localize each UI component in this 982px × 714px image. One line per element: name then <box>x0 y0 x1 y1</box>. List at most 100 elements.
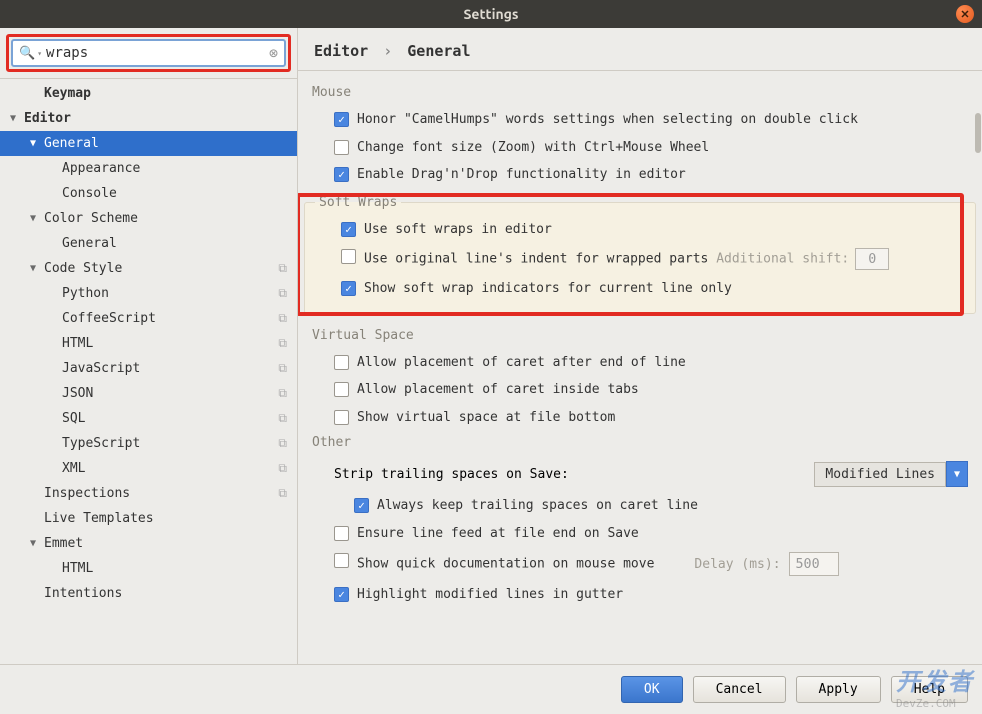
strip-trailing-row: Strip trailing spaces on Save: Modified L… <box>298 456 982 492</box>
checkbox-row: Change font size (Zoom) with Ctrl+Mouse … <box>298 134 982 162</box>
checkbox-row: Use soft wraps in editor <box>305 216 975 244</box>
scheme-icon: ⧉ <box>278 336 287 351</box>
close-icon[interactable]: ✕ <box>956 5 974 23</box>
checkbox-row: Show quick documentation on mouse moveDe… <box>298 547 982 581</box>
tree-item-label: Console <box>62 186 297 201</box>
section-virtual-space: Virtual Space <box>298 324 982 349</box>
tree-item-label: Code Style <box>44 261 278 276</box>
tree-item-label: XML <box>62 461 278 476</box>
tree-item-editor[interactable]: ▼Editor <box>0 106 297 131</box>
scheme-icon: ⧉ <box>278 261 287 276</box>
checkbox[interactable] <box>334 526 349 541</box>
tree-item-xml[interactable]: XML⧉ <box>0 456 297 481</box>
tree-item-label: Color Scheme <box>44 211 297 226</box>
tree-item-intentions[interactable]: Intentions <box>0 581 297 606</box>
tree-item-label: Keymap <box>44 86 297 101</box>
chevron-icon: ▼ <box>30 263 44 274</box>
search-input[interactable] <box>46 45 269 61</box>
checkbox-row: Allow placement of caret after end of li… <box>298 349 982 377</box>
checkbox[interactable] <box>334 410 349 425</box>
checkbox-row: Enable Drag'n'Drop functionality in edit… <box>298 161 982 189</box>
tree-item-typescript[interactable]: TypeScript⧉ <box>0 431 297 456</box>
tree-item-label: Inspections <box>44 486 278 501</box>
tree-item-coffeescript[interactable]: CoffeeScript⧉ <box>0 306 297 331</box>
tree-item-javascript[interactable]: JavaScript⧉ <box>0 356 297 381</box>
tree-item-label: Intentions <box>44 586 297 601</box>
checkbox-label: Allow placement of caret inside tabs <box>357 381 639 399</box>
checkbox[interactable] <box>334 355 349 370</box>
settings-panel: MouseHonor "CamelHumps" words settings w… <box>298 71 982 664</box>
cancel-button[interactable]: Cancel <box>693 676 786 703</box>
checkbox-row: Honor "CamelHumps" words settings when s… <box>298 106 982 134</box>
delay-input[interactable] <box>789 552 839 576</box>
checkbox[interactable] <box>334 553 349 568</box>
settings-tree[interactable]: Keymap▼Editor▼GeneralAppearanceConsole▼C… <box>0 79 297 664</box>
checkbox[interactable] <box>334 167 349 182</box>
tree-item-label: Appearance <box>62 161 297 176</box>
help-button[interactable]: Help <box>891 676 968 703</box>
scheme-icon: ⧉ <box>278 361 287 376</box>
tree-item-keymap[interactable]: Keymap <box>0 81 297 106</box>
tree-item-appearance[interactable]: Appearance <box>0 156 297 181</box>
checkbox-label: Always keep trailing spaces on caret lin… <box>377 497 698 515</box>
search-field[interactable]: 🔍 ▾ ⊗ <box>11 39 286 67</box>
tree-item-label: Emmet <box>44 536 297 551</box>
tree-item-label: General <box>44 136 297 151</box>
tree-item-label: JavaScript <box>62 361 278 376</box>
chevron-down-icon[interactable]: ▼ <box>946 461 968 487</box>
dialog-footer: OK Cancel Apply Help <box>0 664 982 714</box>
checkbox[interactable] <box>341 222 356 237</box>
chevron-down-icon[interactable]: ▾ <box>37 49 42 58</box>
tree-item-json[interactable]: JSON⧉ <box>0 381 297 406</box>
checkbox-label: Show quick documentation on mouse moveDe… <box>357 552 839 576</box>
checkbox[interactable] <box>334 140 349 155</box>
tree-item-live-templates[interactable]: Live Templates <box>0 506 297 531</box>
checkbox[interactable] <box>334 112 349 127</box>
tree-item-inspections[interactable]: Inspections⧉ <box>0 481 297 506</box>
tree-item-color-scheme[interactable]: ▼Color Scheme <box>0 206 297 231</box>
scheme-icon: ⧉ <box>278 461 287 476</box>
tree-item-emmet[interactable]: ▼Emmet <box>0 531 297 556</box>
checkbox[interactable] <box>354 498 369 513</box>
tree-item-general[interactable]: ▼General <box>0 131 297 156</box>
apply-button[interactable]: Apply <box>796 676 881 703</box>
checkbox[interactable] <box>341 281 356 296</box>
checkbox-label: Ensure line feed at file end on Save <box>357 525 639 543</box>
strip-label: Strip trailing spaces on Save: <box>334 467 569 482</box>
tree-item-general[interactable]: General <box>0 231 297 256</box>
scheme-icon: ⧉ <box>278 386 287 401</box>
scheme-icon: ⧉ <box>278 486 287 501</box>
tree-item-label: TypeScript <box>62 436 278 451</box>
soft-wraps-fieldset: Soft WrapsUse soft wraps in editorUse or… <box>304 195 976 314</box>
tree-item-html[interactable]: HTML⧉ <box>0 331 297 356</box>
checkbox-label: Allow placement of caret after end of li… <box>357 354 686 372</box>
tree-item-python[interactable]: Python⧉ <box>0 281 297 306</box>
additional-shift-input[interactable] <box>855 248 889 270</box>
search-highlight-box: 🔍 ▾ ⊗ <box>6 34 291 72</box>
tree-item-label: Python <box>62 286 278 301</box>
checkbox-row: Always keep trailing spaces on caret lin… <box>298 492 982 520</box>
tree-item-code-style[interactable]: ▼Code Style⧉ <box>0 256 297 281</box>
tree-item-label: SQL <box>62 411 278 426</box>
tree-item-console[interactable]: Console <box>0 181 297 206</box>
tree-item-label: HTML <box>62 561 297 576</box>
tree-item-sql[interactable]: SQL⧉ <box>0 406 297 431</box>
tree-item-label: JSON <box>62 386 278 401</box>
checkbox-label: Honor "CamelHumps" words settings when s… <box>357 111 858 129</box>
scrollbar[interactable] <box>975 113 981 153</box>
tree-item-label: Live Templates <box>44 511 297 526</box>
checkbox-row: Highlight modified lines in gutter <box>298 581 982 609</box>
breadcrumb-root[interactable]: Editor <box>314 42 368 60</box>
checkbox-label: Use original line's indent for wrapped p… <box>364 248 889 270</box>
checkbox[interactable] <box>341 249 356 264</box>
ok-button[interactable]: OK <box>621 676 683 703</box>
checkbox-row: Show soft wrap indicators for current li… <box>305 275 975 303</box>
strip-select[interactable]: Modified Lines▼ <box>814 461 968 487</box>
checkbox[interactable] <box>334 587 349 602</box>
checkbox[interactable] <box>334 382 349 397</box>
tree-item-html[interactable]: HTML <box>0 556 297 581</box>
breadcrumb-leaf: General <box>407 42 470 60</box>
chevron-icon: ▼ <box>30 538 44 549</box>
sidebar: 🔍 ▾ ⊗ Keymap▼Editor▼GeneralAppearanceCon… <box>0 28 298 664</box>
clear-icon[interactable]: ⊗ <box>269 44 278 62</box>
